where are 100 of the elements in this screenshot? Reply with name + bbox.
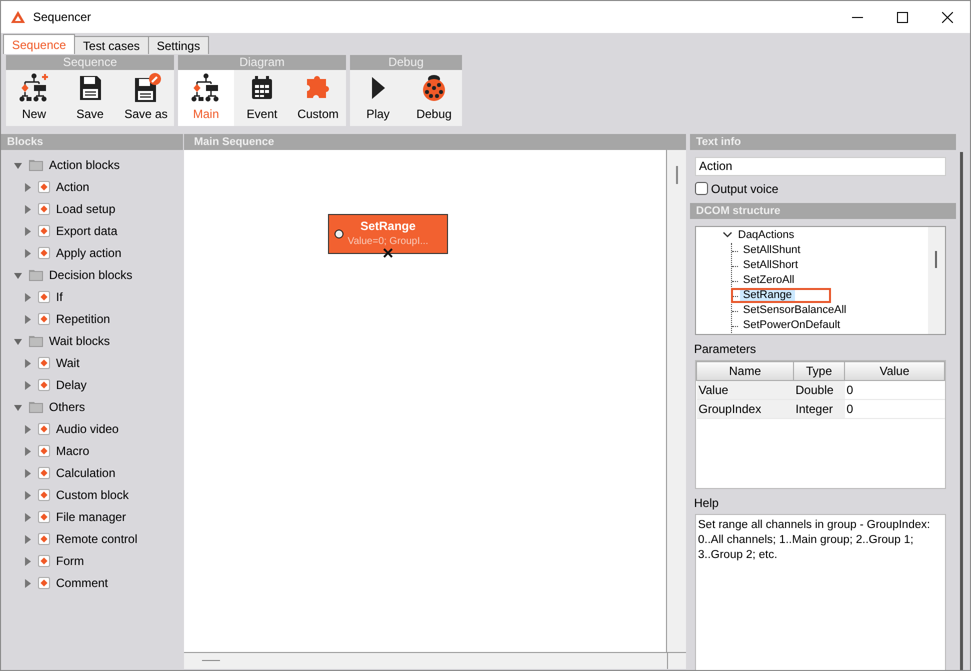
tree-item[interactable]: Load setup xyxy=(56,202,116,216)
app-logo-icon xyxy=(11,11,25,23)
collapsed-arrow-icon[interactable] xyxy=(23,358,32,368)
checkbox-label: Output voice xyxy=(711,182,778,196)
tree-item[interactable]: Audio video xyxy=(56,422,119,436)
collapsed-arrow-icon[interactable] xyxy=(23,424,32,434)
tree-item[interactable]: Wait xyxy=(56,356,80,370)
panel-title: Blocks xyxy=(1,134,183,150)
block-icon xyxy=(38,357,50,369)
tree-item[interactable]: Action xyxy=(56,180,90,194)
tab[interactable]: Test cases xyxy=(74,36,149,54)
column-header[interactable]: Type xyxy=(794,362,844,381)
folder-icon xyxy=(29,269,43,281)
table-cell: Integer xyxy=(794,400,844,419)
block-icon xyxy=(38,489,50,501)
collapsed-arrow-icon[interactable] xyxy=(23,512,32,522)
table-cell: GroupIndex xyxy=(696,400,794,419)
tree-item[interactable]: SetAllShort xyxy=(740,259,802,272)
block-icon xyxy=(38,533,50,545)
expanded-arrow-icon[interactable] xyxy=(14,402,23,412)
chevron-down-icon[interactable] xyxy=(723,232,732,238)
table-cell[interactable]: 0 xyxy=(844,380,944,400)
tree-item[interactable]: Form xyxy=(56,554,84,568)
window-title: Sequencer xyxy=(33,10,92,24)
section-label: Help xyxy=(694,496,720,510)
collapsed-arrow-icon[interactable] xyxy=(23,534,32,544)
block-icon xyxy=(38,445,50,457)
tree-view[interactable]: DaqActions SetAllShunt SetAllShort SetZeroAll SetRange SetSensorBalanceAll SetPowerOnDefault xyxy=(695,226,946,336)
panel-title: Main Sequence xyxy=(184,134,686,150)
column-header[interactable]: Value xyxy=(844,362,944,381)
collapsed-arrow-icon[interactable] xyxy=(23,490,32,500)
text-field[interactable]: Action xyxy=(695,157,946,176)
tree-item[interactable]: Custom block xyxy=(56,488,129,502)
tree-item[interactable]: Others xyxy=(49,400,86,414)
tree-item[interactable]: If xyxy=(56,290,63,304)
folder-icon xyxy=(29,159,43,171)
column-header[interactable]: Name xyxy=(696,362,794,381)
block-icon xyxy=(38,577,50,589)
close-icon xyxy=(942,12,953,22)
collapsed-arrow-icon[interactable] xyxy=(23,292,32,302)
block-title: SetRange xyxy=(360,219,416,233)
block-icon xyxy=(38,225,50,237)
tree-item[interactable]: SetZeroAll xyxy=(740,274,798,286)
folder-icon xyxy=(29,335,43,347)
tree-item[interactable]: Wait blocks xyxy=(49,334,110,348)
tree-item[interactable]: Macro xyxy=(56,444,90,458)
block-subtitle: Value=0; GroupI... xyxy=(348,236,428,247)
tree-item[interactable]: Delay xyxy=(56,378,87,392)
scrollbar-thumb[interactable] xyxy=(960,152,963,670)
collapsed-arrow-icon[interactable] xyxy=(23,314,32,324)
expanded-arrow-icon[interactable] xyxy=(14,160,23,170)
tree-item[interactable]: Comment xyxy=(56,576,108,590)
collapsed-arrow-icon[interactable] xyxy=(23,468,32,478)
tree-item[interactable]: Repetition xyxy=(56,312,110,326)
tree-item[interactable]: Remote control xyxy=(56,532,138,546)
block-icon xyxy=(38,291,50,303)
maximize-icon xyxy=(897,12,908,22)
block-icon xyxy=(38,511,50,523)
expanded-arrow-icon[interactable] xyxy=(14,270,23,280)
tree-item[interactable]: Calculation xyxy=(56,466,116,480)
folder-icon xyxy=(29,401,43,413)
tree-item[interactable]: SetPowerOnDefault xyxy=(740,319,844,332)
collapsed-arrow-icon[interactable] xyxy=(23,204,32,214)
tree-item[interactable]: Export data xyxy=(56,224,118,238)
table-cell[interactable]: 0 xyxy=(844,400,944,419)
collapsed-arrow-icon[interactable] xyxy=(23,578,32,588)
checkbox[interactable] xyxy=(695,182,708,196)
help-text: Set range all channels in group - GroupIndex: 0..All channels; 1..Main group; 2..Group 1; 3..Group 2; etc. xyxy=(695,514,946,670)
group-title: Diagram xyxy=(178,55,346,70)
collapsed-arrow-icon[interactable] xyxy=(23,182,32,192)
panel-title: Text info xyxy=(690,134,956,150)
tree-item[interactable]: DaqActions xyxy=(735,228,798,241)
flowchart-icon xyxy=(191,73,221,103)
collapsed-arrow-icon[interactable] xyxy=(23,380,32,390)
scrollbar-thumb[interactable] xyxy=(202,660,220,661)
tree-item[interactable]: SetSensorBalanceAll xyxy=(740,304,850,316)
tree-item[interactable]: Decision blocks xyxy=(49,268,132,282)
tree-item[interactable]: Action blocks xyxy=(49,158,120,172)
block-icon xyxy=(38,313,50,325)
collapsed-arrow-icon[interactable] xyxy=(23,226,32,236)
input-port-icon[interactable] xyxy=(334,229,344,239)
block-icon xyxy=(38,379,50,391)
block-icon xyxy=(38,247,50,259)
tab[interactable]: Settings xyxy=(148,36,210,54)
collapsed-arrow-icon[interactable] xyxy=(23,556,32,566)
block-icon xyxy=(38,203,50,215)
scrollbar-thumb[interactable] xyxy=(935,250,937,268)
group-title: Sequence xyxy=(6,55,174,70)
cross-icon[interactable] xyxy=(383,248,393,258)
table-cell: Value xyxy=(696,380,794,400)
tree-item[interactable]: SetRange xyxy=(740,289,795,302)
tree-item[interactable]: SetAllShunt xyxy=(740,244,804,256)
group-title: Debug xyxy=(350,55,462,70)
expanded-arrow-icon[interactable] xyxy=(14,336,23,346)
scrollbar-thumb[interactable] xyxy=(676,166,678,184)
tree-item[interactable]: File manager xyxy=(56,510,126,524)
collapsed-arrow-icon[interactable] xyxy=(23,248,32,258)
tree-item[interactable]: Apply action xyxy=(56,246,122,260)
flowchart-plus-icon xyxy=(19,73,49,103)
collapsed-arrow-icon[interactable] xyxy=(23,446,32,456)
